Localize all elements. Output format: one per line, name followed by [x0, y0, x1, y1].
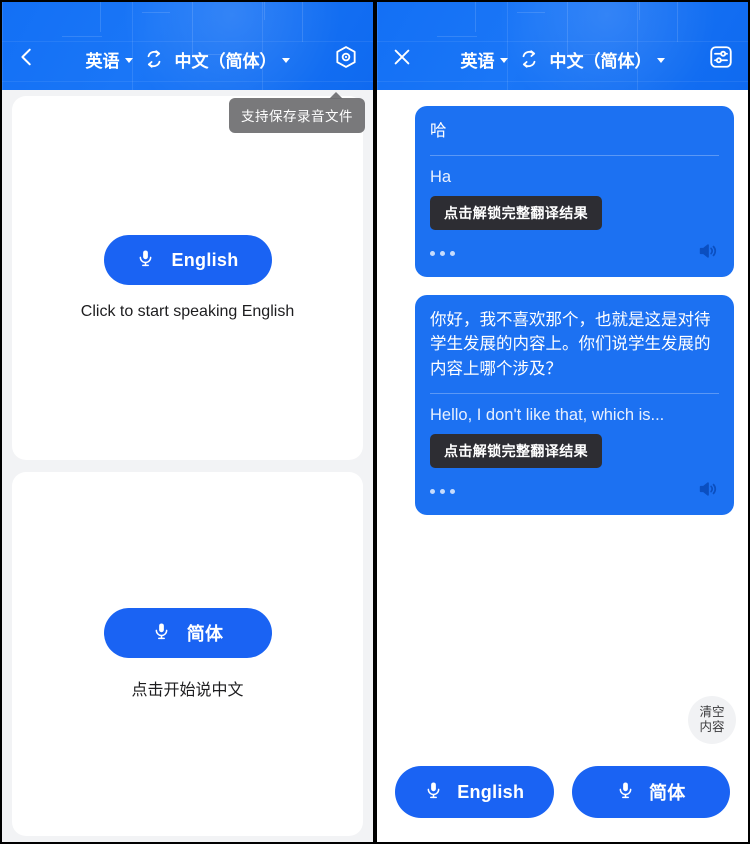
speak-chinese-label: 简体 [648, 783, 686, 803]
hexagon-settings-icon [333, 44, 359, 75]
target-language-selector[interactable]: 中文（简体） [175, 47, 290, 72]
english-card-hint: Click to start speaking English [80, 303, 295, 320]
start-speaking-chinese-button[interactable]: 简体 [103, 608, 272, 658]
save-recording-tooltip: 支持保存录音文件 [229, 92, 365, 133]
settings-button[interactable] [319, 42, 359, 76]
header-deco-line [142, 12, 170, 13]
message-list[interactable]: 哈 Ha 点击解锁完整翻译结果 你好，我不喜欢那个，也就是这是对待学生发展的内容… [377, 90, 748, 750]
speaker-icon[interactable] [697, 478, 719, 505]
header-deco-line [437, 36, 477, 37]
chinese-card-hint: 点击开始说中文 [131, 682, 244, 699]
speak-cards-container: English Click to start speaking English … [2, 90, 373, 842]
chevron-down-icon [499, 57, 508, 63]
clear-content-button[interactable]: 清空 内容 [688, 696, 736, 744]
sliders-settings-icon [708, 44, 734, 75]
microphone-icon [616, 778, 635, 807]
more-dots-icon[interactable] [430, 250, 455, 256]
message-source-text: 哈 [430, 122, 447, 140]
target-language-selector[interactable]: 中文（简体） [550, 47, 665, 72]
start-speaking-english-button[interactable]: English [103, 235, 272, 285]
message-translated-text: Ha [430, 167, 452, 186]
header-deco-line [677, 2, 678, 42]
english-button-label: English [171, 249, 239, 270]
speaker-icon[interactable] [697, 240, 719, 267]
unlock-translation-button[interactable]: 点击解锁完整翻译结果 [430, 433, 602, 468]
microphone-icon [152, 619, 171, 648]
settings-button[interactable] [694, 42, 734, 76]
unlock-translation-button[interactable]: 点击解锁完整翻译结果 [430, 195, 602, 230]
header-deco-line [264, 2, 265, 20]
chinese-speak-card: 简体 点击开始说中文 [12, 472, 363, 836]
chevron-left-icon [16, 46, 38, 73]
header-deco-line [475, 2, 476, 32]
chevron-down-icon [124, 57, 133, 63]
speak-english-button[interactable]: English [395, 766, 554, 818]
header-deco-line [517, 12, 545, 13]
left-header: 英语 中文（简体） [2, 2, 373, 90]
back-button[interactable] [16, 42, 56, 76]
message-bubble: 你好，我不喜欢那个，也就是这是对待学生发展的内容上。你们说学生发展的内容上哪个涉… [415, 294, 734, 515]
message-translated-text: Hello, I don't like that, which is... [430, 405, 665, 424]
source-language-selector[interactable]: 英语 [86, 47, 133, 72]
message-bubble: 哈 Ha 点击解锁完整翻译结果 [415, 106, 734, 277]
header-deco-line [639, 2, 640, 20]
header-deco-line [302, 2, 303, 42]
english-speak-card: English Click to start speaking English [12, 96, 363, 460]
left-screen: 英语 中文（简体） 支持保存录音文件 English Click to star… [0, 0, 374, 844]
clear-content-line1: 清空 [699, 704, 725, 719]
chinese-button-label: 简体 [186, 624, 224, 644]
target-language-label: 中文（简体） [549, 51, 652, 71]
right-header: 英语 中文（简体） [377, 2, 748, 90]
target-language-label: 中文（简体） [174, 51, 277, 71]
chevron-down-icon [656, 57, 665, 63]
swap-languages-icon[interactable] [517, 47, 541, 71]
microphone-icon [424, 778, 443, 807]
dual-screenshot-container: 英语 中文（简体） 支持保存录音文件 English Click to star… [0, 0, 750, 844]
bubble-divider [430, 154, 719, 156]
microphone-icon [136, 246, 155, 275]
source-language-label: 英语 [460, 51, 495, 71]
source-language-selector[interactable]: 英语 [461, 47, 508, 72]
header-deco-line [62, 36, 102, 37]
message-source-text: 你好，我不喜欢那个，也就是这是对待学生发展的内容上。你们说学生发展的内容上哪个涉… [430, 310, 711, 379]
bottom-action-bar: English 简体 [377, 750, 748, 842]
source-language-label: 英语 [85, 51, 120, 71]
more-dots-icon[interactable] [430, 488, 455, 494]
close-icon [391, 46, 413, 73]
conversation-panel: 哈 Ha 点击解锁完整翻译结果 你好，我不喜欢那个，也就是这是对待学生发展的内容… [377, 90, 748, 842]
right-screen: 英语 中文（简体） 哈 Ha 点击解锁完整翻译结果 你好，我不喜欢那个，也就是这… [376, 0, 750, 844]
close-button[interactable] [391, 42, 431, 76]
clear-content-line2: 内容 [699, 720, 725, 734]
swap-languages-icon[interactable] [142, 47, 166, 71]
bubble-divider [430, 392, 719, 394]
speak-english-label: English [457, 781, 525, 802]
speak-chinese-button[interactable]: 简体 [571, 766, 730, 818]
chevron-down-icon [281, 57, 290, 63]
header-deco-line [100, 2, 101, 32]
